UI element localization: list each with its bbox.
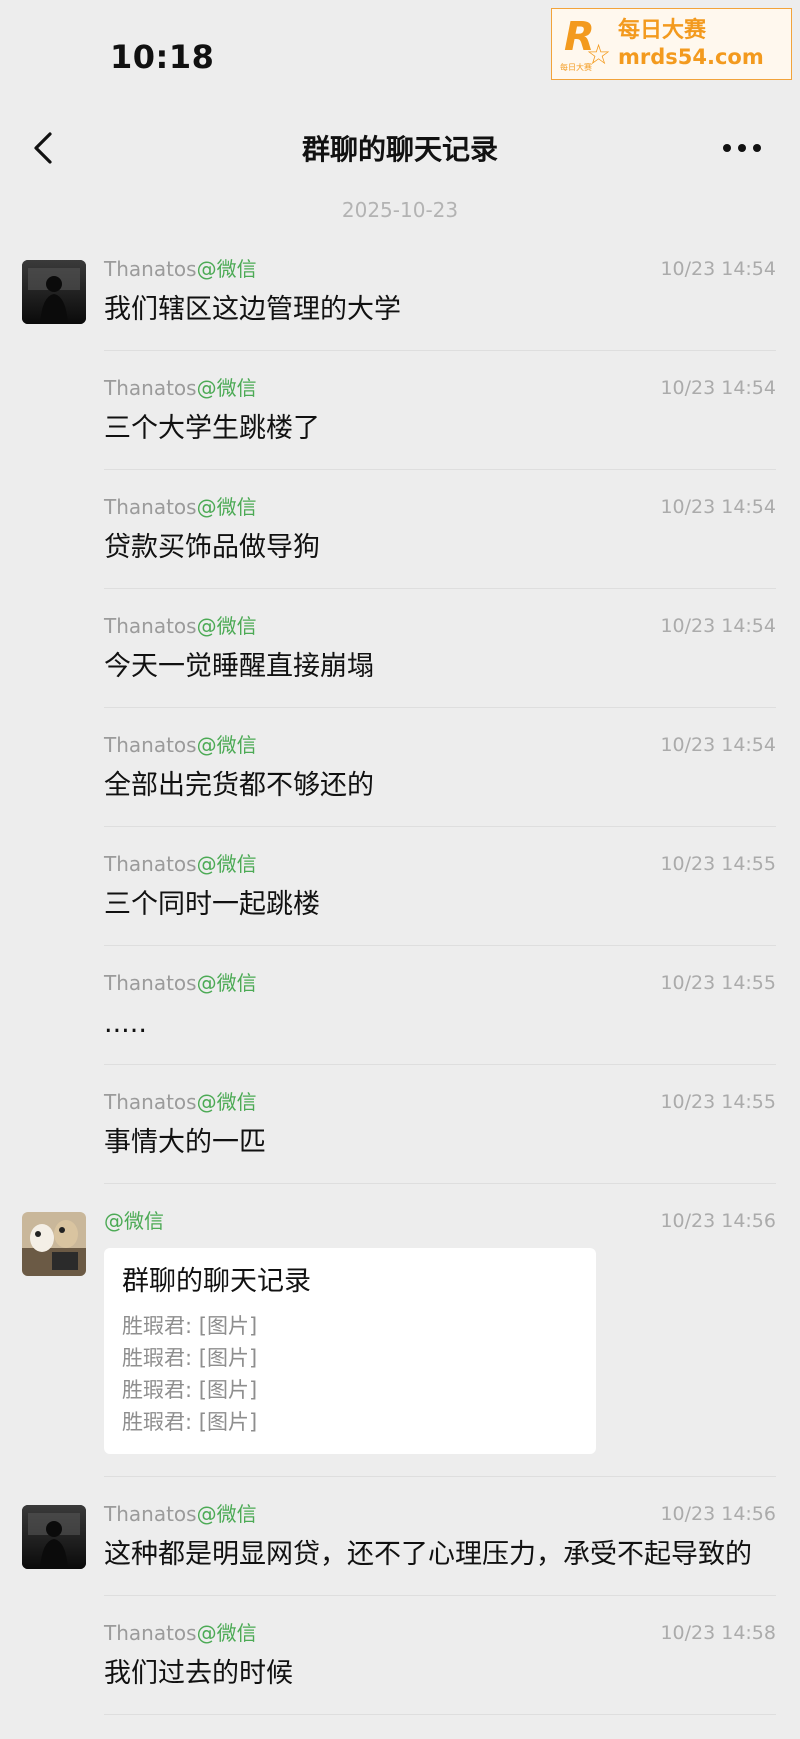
watermark-badge: R ☆ 每日大赛 每日大赛 mrds54.com	[551, 8, 792, 80]
message-item[interactable]: Thanatos@微信 10/23 14:54 三个大学生跳楼了	[0, 351, 800, 470]
sender-name: Thanatos	[104, 1090, 197, 1114]
message-text: 三个同时一起跳楼	[104, 889, 320, 920]
message-text: 我们过去的时候	[104, 1658, 293, 1689]
sender-name: Thanatos	[104, 1502, 197, 1526]
page-title: 群聊的聊天记录	[301, 133, 498, 166]
sender-suffix: @微信	[196, 1090, 257, 1114]
status-bar: 10:18 R ☆ 每日大赛 每日大赛 mrds54.com	[0, 0, 800, 110]
watermark-logo-small: 每日大赛	[560, 63, 592, 72]
message-item[interactable]: Thanatos@微信 10/23 14:54 贷款买饰品做导狗	[0, 470, 800, 589]
message-item[interactable]: Thanatos@微信 10/23 14:58 我们过去的时候	[0, 1596, 800, 1715]
nav-bar: 群聊的聊天记录	[0, 110, 800, 190]
sender-name: Thanatos	[104, 495, 197, 519]
message-time: 10/23 14:54	[660, 377, 776, 399]
message-item[interactable]: Thanatos@微信 10/23 14:54 全部出完货都不够还的	[0, 708, 800, 827]
avatar[interactable]	[22, 260, 86, 324]
message-item[interactable]: @微信 10/23 14:56 群聊的聊天记录 胜瑕君: [图片] 胜瑕君: […	[0, 1184, 800, 1477]
sender-suffix: @微信	[196, 852, 257, 876]
message-text: 我们辖区这边管理的大学	[104, 294, 401, 325]
message-text: 这种都是明显网贷，还不了心理压力，承受不起导致的	[104, 1539, 752, 1570]
sender-suffix: @微信	[196, 614, 257, 638]
sender-name: Thanatos	[104, 614, 197, 638]
sender-name: Thanatos	[104, 852, 197, 876]
watermark-logo: R ☆ 每日大赛	[552, 8, 616, 80]
sender-name: Thanatos	[104, 257, 197, 281]
message-list: Thanatos@微信 10/23 14:54 我们辖区这边管理的大学 Than…	[0, 232, 800, 1715]
watermark-title: 每日大赛	[618, 18, 707, 43]
sender-suffix: @微信	[196, 733, 257, 757]
status-time: 10:18	[110, 38, 215, 76]
card-line: 胜瑕君: [图片]	[122, 1346, 258, 1370]
message-text: 贷款买饰品做导狗	[104, 532, 320, 563]
message-text: .....	[104, 1008, 147, 1039]
message-text: 三个大学生跳楼了	[104, 413, 320, 444]
sender-suffix: @微信	[196, 1621, 257, 1645]
avatar[interactable]	[22, 1212, 86, 1276]
sender-name: Thanatos	[104, 733, 197, 757]
message-item[interactable]: Thanatos@微信 10/23 14:55 三个同时一起跳楼	[0, 827, 800, 946]
avatar[interactable]	[22, 1505, 86, 1569]
chat-record-card[interactable]: 群聊的聊天记录 胜瑕君: [图片] 胜瑕君: [图片] 胜瑕君: [图片] 胜瑕…	[104, 1248, 596, 1454]
message-time: 10/23 14:56	[660, 1210, 776, 1232]
sender-name: Thanatos	[104, 971, 197, 995]
message-text: 今天一觉睡醒直接崩塌	[104, 651, 374, 682]
message-item[interactable]: Thanatos@微信 10/23 14:54 我们辖区这边管理的大学	[0, 232, 800, 351]
message-item[interactable]: Thanatos@微信 10/23 14:54 今天一觉睡醒直接崩塌	[0, 589, 800, 708]
message-time: 10/23 14:58	[660, 1622, 776, 1644]
sender-name: Thanatos	[104, 376, 197, 400]
message-item[interactable]: Thanatos@微信 10/23 14:55 .....	[0, 946, 800, 1065]
message-time: 10/23 14:56	[660, 1503, 776, 1525]
message-time: 10/23 14:55	[660, 853, 776, 875]
message-time: 10/23 14:54	[660, 496, 776, 518]
sender-suffix: @微信	[196, 971, 257, 995]
sender-suffix: @微信	[196, 495, 257, 519]
sender-name: Thanatos	[104, 1621, 197, 1645]
sender-suffix: @微信	[104, 1209, 164, 1233]
message-time: 10/23 14:55	[660, 972, 776, 994]
sender-suffix: @微信	[196, 257, 257, 281]
message-text: 全部出完货都不够还的	[104, 770, 374, 801]
message-time: 10/23 14:54	[660, 258, 776, 280]
card-line: 胜瑕君: [图片]	[122, 1378, 258, 1402]
message-text: 事情大的一匹	[104, 1127, 266, 1158]
card-line: 胜瑕君: [图片]	[122, 1410, 258, 1434]
watermark-url: mrds54.com	[618, 45, 764, 69]
sender-suffix: @微信	[196, 1502, 257, 1526]
message-item[interactable]: Thanatos@微信 10/23 14:56 这种都是明显网贷，还不了心理压力…	[0, 1477, 800, 1596]
sender-suffix: @微信	[196, 376, 257, 400]
message-item[interactable]: Thanatos@微信 10/23 14:55 事情大的一匹	[0, 1065, 800, 1184]
more-dots-icon	[723, 144, 761, 152]
message-time: 10/23 14:54	[660, 615, 776, 637]
card-title: 群聊的聊天记录	[122, 1266, 311, 1297]
date-separator: 2025-10-23	[341, 198, 459, 222]
more-button[interactable]	[714, 128, 770, 168]
message-time: 10/23 14:54	[660, 734, 776, 756]
message-time: 10/23 14:55	[660, 1091, 776, 1113]
card-line: 胜瑕君: [图片]	[122, 1314, 258, 1338]
